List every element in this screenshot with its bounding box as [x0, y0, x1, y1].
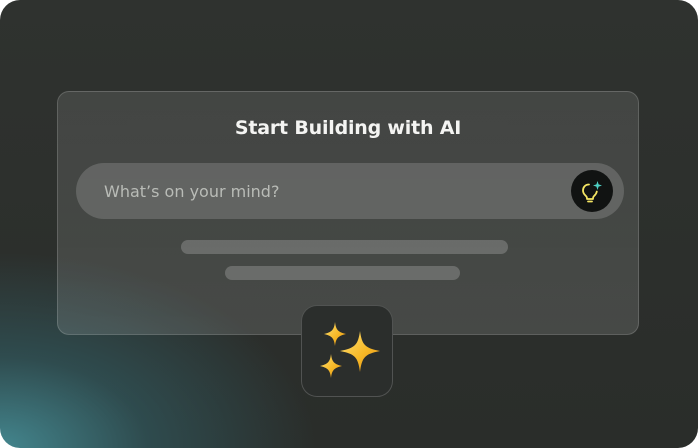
app-frame: Start Building with AI [0, 0, 698, 448]
sparkle-tile [301, 305, 393, 397]
prompt-input[interactable] [104, 179, 564, 203]
skeleton-line-1 [181, 240, 508, 254]
sparkles-icon [320, 322, 380, 378]
lightbulb-sparkle-icon [582, 181, 602, 203]
skeleton-line-2 [225, 266, 460, 280]
card-title: Start Building with AI [234, 117, 462, 139]
prompt-bar [76, 163, 624, 219]
ai-prompt-card: Start Building with AI [57, 91, 639, 335]
idea-submit-button[interactable] [571, 170, 613, 212]
